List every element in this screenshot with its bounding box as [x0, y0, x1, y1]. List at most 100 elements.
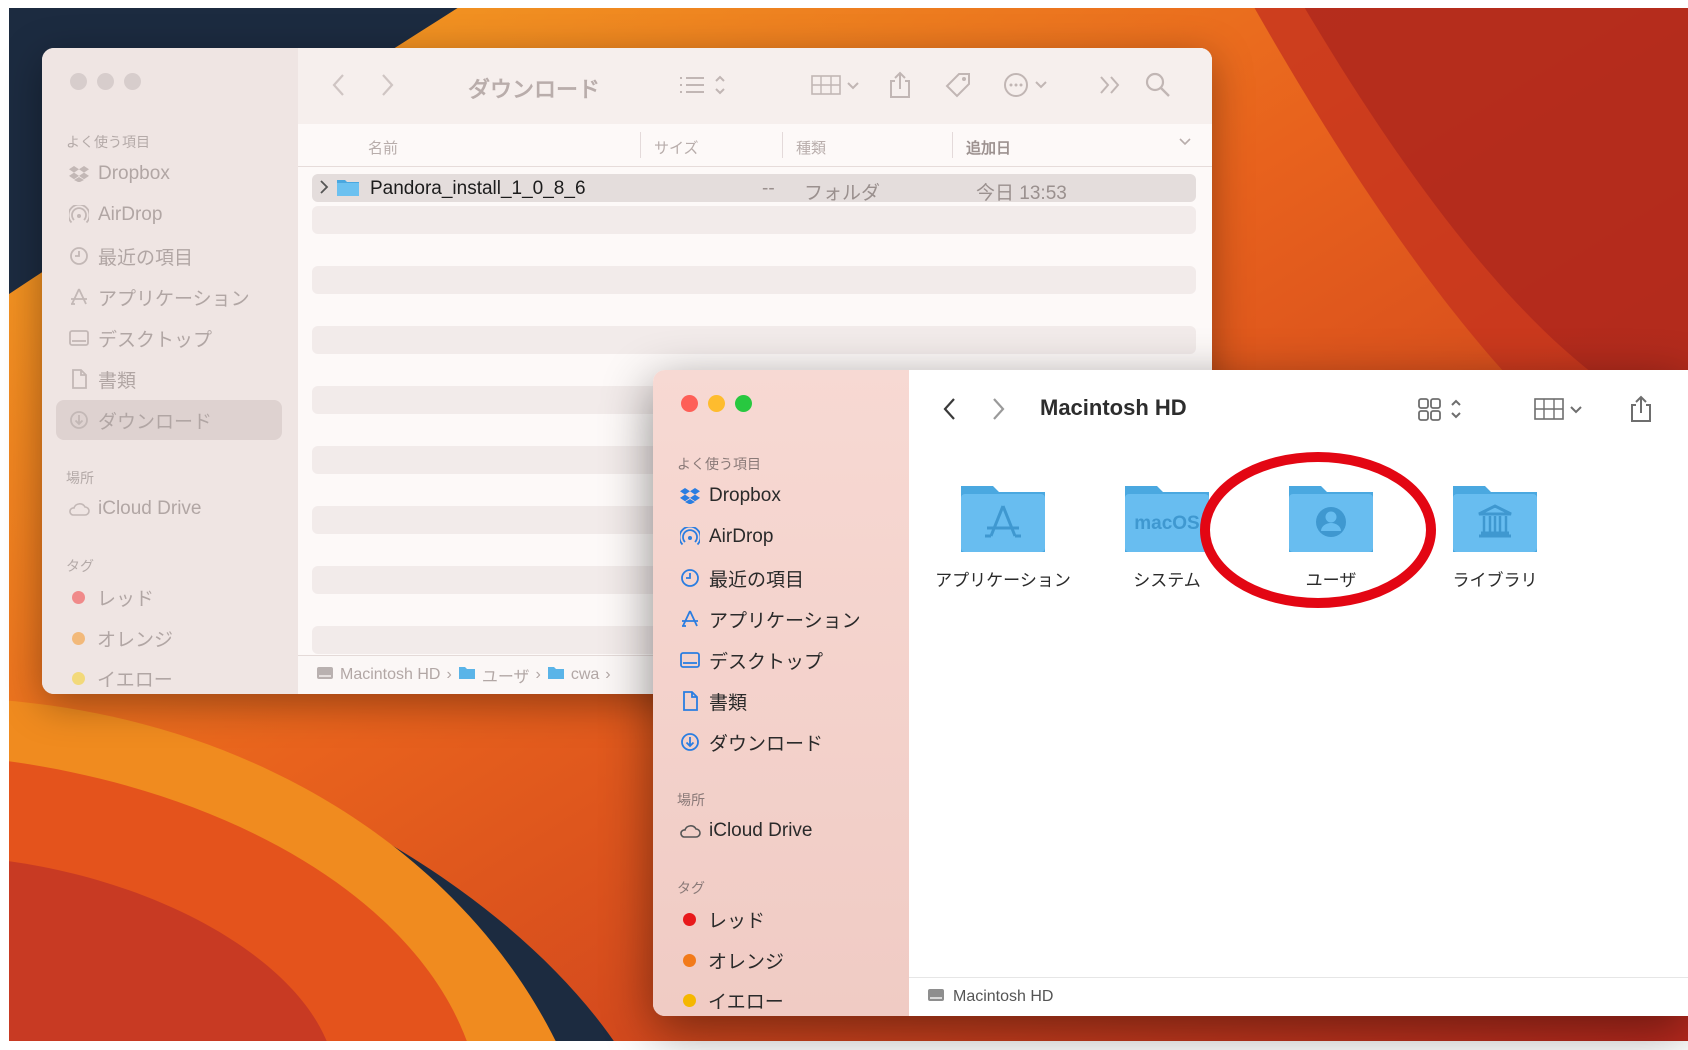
sidebar-item-downloads[interactable]: ダウンロード [56, 400, 282, 440]
path-segment-disk[interactable]: Macintosh HD [340, 666, 440, 684]
toolbar: ダウンロード [298, 48, 1212, 125]
folder-item-applications[interactable]: アプリケーション [923, 478, 1083, 591]
file-date-added: 今日 13:53 [976, 183, 1067, 204]
column-name[interactable]: 名前 [368, 137, 398, 158]
disclosure-chevron-icon[interactable] [318, 179, 330, 200]
sort-chevron-icon[interactable] [1178, 134, 1192, 152]
overflow-chevron-icon[interactable] [1098, 70, 1124, 100]
sidebar-heading-favorites: よく使う項目 [66, 134, 150, 150]
close-button[interactable] [70, 73, 87, 90]
document-icon [679, 690, 701, 712]
tag-icon[interactable] [944, 70, 972, 100]
sidebar-item-dropbox[interactable]: Dropbox [667, 476, 893, 516]
library-folder-icon [1449, 478, 1541, 556]
sidebar-item-recents[interactable]: 最近の項目 [667, 558, 893, 598]
sidebar-item-label: iCloud Drive [709, 820, 813, 841]
window-title: ダウンロード [468, 77, 601, 102]
empty-row [312, 206, 1196, 234]
sidebar-item-icloud-drive[interactable]: iCloud Drive [56, 489, 282, 529]
clock-icon [679, 567, 701, 589]
forward-chevron-icon[interactable] [380, 70, 394, 100]
sidebar-item-applications[interactable]: アプリケーション [56, 277, 282, 317]
airdrop-icon [68, 204, 90, 226]
sidebar-item-documents[interactable]: 書類 [56, 359, 282, 399]
empty-row [312, 326, 1196, 354]
group-icon[interactable] [1533, 394, 1585, 424]
sidebar-item-label: オレンジ [708, 951, 785, 973]
yellow-tag-dot [683, 993, 696, 1007]
minimize-button[interactable] [97, 73, 114, 90]
sidebar-tag-yellow[interactable]: イエロー [56, 658, 282, 694]
minimize-button[interactable] [708, 395, 725, 412]
sidebar-item-documents[interactable]: 書類 [667, 681, 893, 721]
close-button[interactable] [681, 395, 698, 412]
sidebar-tag-orange[interactable]: オレンジ [56, 618, 282, 658]
finder-window-macintosh-hd[interactable]: よく使う項目 Dropbox AirDrop 最近の項目 アプリケーション デス… [653, 370, 1688, 1016]
column-separator [640, 132, 641, 158]
more-actions-icon[interactable] [1002, 70, 1054, 100]
path-segment-disk[interactable]: Macintosh HD [953, 988, 1053, 1006]
sidebar: よく使う項目 Dropbox AirDrop 最近の項目 アプリケーション デス… [653, 370, 909, 1016]
back-chevron-icon[interactable] [332, 70, 346, 100]
column-size[interactable]: サイズ [654, 137, 699, 158]
sidebar-item-icloud-drive[interactable]: iCloud Drive [667, 811, 893, 851]
sidebar-tag-red[interactable]: レッド [667, 899, 893, 939]
sidebar-heading-tags: タグ [66, 558, 94, 574]
sidebar-tag-orange[interactable]: オレンジ [667, 940, 893, 980]
sidebar-item-label: デスクトップ [709, 651, 824, 673]
sidebar-item-recents[interactable]: 最近の項目 [56, 236, 282, 276]
sidebar-item-label: オレンジ [97, 629, 174, 651]
list-view-icon[interactable] [678, 70, 726, 100]
sidebar-item-label: イエロー [97, 669, 173, 691]
search-icon[interactable] [1144, 70, 1172, 100]
zoom-button[interactable] [124, 73, 141, 90]
sidebar-item-desktop[interactable]: デスクトップ [56, 318, 282, 358]
sidebar-heading-tags: タグ [677, 880, 705, 896]
sidebar-tag-yellow[interactable]: イエロー [667, 980, 893, 1016]
column-kind[interactable]: 種類 [796, 137, 826, 158]
sidebar-item-desktop[interactable]: デスクトップ [667, 640, 893, 680]
screenshot-border-top [0, 0, 1688, 8]
sidebar-item-label: Dropbox [709, 485, 781, 506]
sidebar-item-label: 書類 [709, 692, 748, 714]
hard-drive-icon [316, 665, 334, 686]
forward-chevron-icon[interactable] [991, 394, 1005, 424]
sidebar-item-applications[interactable]: アプリケーション [667, 599, 893, 639]
column-separator [782, 132, 783, 158]
desktop-icon [68, 327, 90, 349]
share-icon[interactable] [888, 70, 912, 100]
path-separator: › [605, 666, 611, 683]
sidebar-item-dropbox[interactable]: Dropbox [56, 154, 282, 194]
hard-drive-icon [927, 987, 945, 1008]
sidebar-item-label: アプリケーション [98, 288, 250, 310]
dropbox-icon [68, 163, 90, 185]
file-size: -- [762, 178, 775, 199]
folder-emblem-text: macOS [1134, 513, 1199, 534]
share-icon[interactable] [1629, 394, 1653, 424]
sidebar-item-airdrop[interactable]: AirDrop [667, 517, 893, 557]
sidebar-item-label: AirDrop [98, 204, 163, 225]
sidebar: よく使う項目 Dropbox AirDrop 最近の項目 アプリケーション デス… [42, 48, 298, 694]
icon-view-icon[interactable] [1417, 394, 1465, 424]
table-row[interactable]: Pandora_install_1_0_8_6 -- フォルダ 今日 13:53 [312, 174, 1196, 204]
sidebar-item-downloads[interactable]: ダウンロード [667, 722, 893, 762]
group-icon[interactable] [810, 70, 862, 100]
back-chevron-icon[interactable] [943, 394, 957, 424]
sidebar-item-airdrop[interactable]: AirDrop [56, 195, 282, 235]
empty-row [312, 266, 1196, 294]
sidebar-item-label: AirDrop [709, 526, 774, 547]
red-tag-dot [683, 912, 696, 926]
window-controls [70, 73, 141, 90]
dropbox-icon [679, 485, 701, 507]
column-date-added[interactable]: 追加日 [966, 137, 1011, 158]
file-name: Pandora_install_1_0_8_6 [370, 178, 586, 199]
column-header: 名前 サイズ 種類 追加日 [298, 124, 1212, 167]
sidebar-tag-red[interactable]: レッド [56, 577, 282, 617]
applications-icon [679, 608, 701, 630]
zoom-button[interactable] [735, 395, 752, 412]
desktop-icon [679, 649, 701, 671]
path-segment-user[interactable]: cwa [571, 666, 599, 684]
path-segment-users[interactable]: ユーザ [482, 663, 530, 687]
path-separator: › [535, 666, 541, 683]
folder-icon [458, 666, 476, 685]
